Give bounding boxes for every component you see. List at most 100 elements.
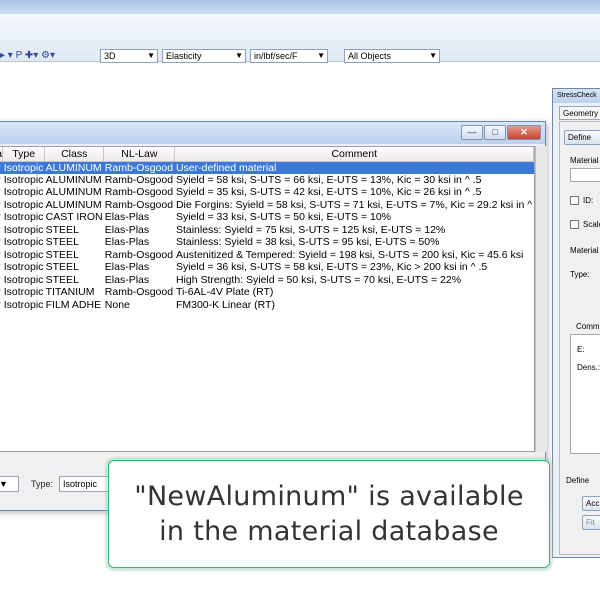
table-cell: Ramb-Osgood [104, 173, 174, 186]
stresscheck-side-panel: StressCheck Geometry Define Material ID:… [552, 88, 600, 558]
table-row[interactable]: rIsotropicALUMINUMRamb-OsgoodSyield = 58… [0, 174, 534, 187]
table-cell: CAST IRON [45, 211, 103, 224]
table-cell: STEEL [45, 273, 79, 286]
table-cell: None [104, 298, 130, 311]
table-cell: ALUMINUM [45, 173, 102, 186]
table-row[interactable]: rIsotropicSTEELElas-PlasStainless: Syiel… [0, 224, 534, 237]
table-cell: Isotropic [3, 236, 44, 249]
column-header[interactable]: Comment [174, 147, 534, 162]
table-cell: Stainless: Syield = 75 ksi, S-UTS = 125 … [175, 223, 446, 236]
chevron-down-icon: ▼ [147, 51, 155, 60]
column-header[interactable]: NL-Law [103, 147, 176, 162]
material-label: Material [570, 156, 599, 165]
scale-label: Scale [583, 220, 600, 229]
column-header[interactable]: Class [44, 147, 105, 162]
fit-button[interactable]: Fit [582, 515, 600, 530]
table-cell: Austenitized & Tempered: Syield = 198 ks… [175, 248, 524, 261]
define-button[interactable]: Define [564, 130, 600, 145]
id-checkbox[interactable] [570, 196, 579, 205]
table-cell: Elas-Plas [104, 223, 150, 236]
table-row[interactable]: rIsotropicTITANIUMRamb-OsgoodTi-6AL-4V P… [0, 286, 534, 299]
toolbar: ▸ ▾ P ✚▾ ⚙▾ 3D ▼ Elasticity ▼ in/lbf/sec/F… [0, 14, 600, 63]
table-cell: Die Forgins: Syield = 58 ksi, S-UTS = 71… [175, 198, 533, 211]
table-cell: Ramb-Osgood [104, 198, 174, 211]
tab-geometry[interactable]: Geometry [559, 106, 600, 120]
table-cell: Isotropic [3, 186, 44, 199]
caption-line-2: in the material database [159, 516, 499, 547]
objects-select-value: All Objects [348, 51, 392, 61]
table-row[interactable]: rIsotropicFILM ADHENoneFM300-K Linear (R… [0, 299, 534, 312]
table-cell: Isotropic [2, 161, 45, 174]
maximize-button[interactable]: □ [484, 125, 506, 140]
comment-label: Comm [576, 322, 600, 331]
properties-box: E: Dens.: [570, 334, 600, 454]
table-cell: Ti-6AL-4V Plate (RT) [175, 286, 274, 299]
material-table-grid: aTypeClassNL-LawComment rIsotropicALUMIN… [0, 147, 534, 311]
table-row[interactable]: rIsotropicSTEELRamb-OsgoodAustenitized &… [0, 249, 534, 262]
close-button[interactable]: ✕ [507, 125, 541, 140]
type-label: Type: [31, 479, 54, 489]
table-row[interactable]: rIsotropicSTEELElas-PlasSyield = 36 ksi,… [0, 261, 534, 274]
table-row[interactable]: rIsotropicCAST IRONElas-PlasSyield = 33 … [0, 211, 534, 224]
view-select-value: 3D [104, 51, 116, 61]
caption-overlay: "NewAluminum" is available in the materi… [108, 460, 550, 568]
table-cell: Elas-Plas [104, 211, 150, 224]
material-table: aTypeClassNL-LawComment rIsotropicALUMIN… [0, 146, 535, 452]
table-cell: STEEL [45, 261, 79, 274]
table-cell: Isotropic [3, 198, 44, 211]
table-cell: Syield = 36 ksi, S-UTS = 58 ksi, E-UTS =… [175, 261, 488, 274]
title-bar [0, 0, 600, 14]
table-cell: Elas-Plas [104, 236, 150, 249]
table-cell: STEEL [45, 248, 79, 261]
table-cell: FILM ADHE [45, 298, 102, 311]
filter-select[interactable]: ▼ [0, 476, 19, 492]
objects-select[interactable]: All Objects ▼ [344, 49, 440, 63]
table-cell: Ramb-Osgood [104, 186, 174, 199]
define-label: Define [566, 476, 590, 485]
table-row[interactable]: rIsotropicSTEELElas-PlasHigh Strength: S… [0, 274, 534, 287]
material-label-2: Material [570, 246, 599, 255]
material-field[interactable] [570, 168, 600, 182]
table-cell: Elas-Plas [104, 273, 150, 286]
table-cell: Isotropic [3, 173, 44, 186]
vertical-scrollbar[interactable] [535, 146, 547, 452]
table-cell: TITANIUM [45, 286, 95, 299]
table-cell: Stainless: Syield = 38 ksi, S-UTS = 95 k… [175, 236, 440, 249]
table-cell: ALUMINUM [45, 186, 102, 199]
table-row[interactable]: rIsotropicALUMINUMRamb-OsgoodDie Forgins… [0, 199, 534, 212]
table-cell: STEEL [45, 236, 79, 249]
table-cell: ALUMINUM [44, 161, 104, 174]
table-cell: Ramb-Osgood [103, 161, 175, 174]
table-cell: Ramb-Osgood [104, 248, 174, 261]
minimize-button[interactable]: — [461, 125, 483, 140]
table-cell: Isotropic [3, 211, 44, 224]
table-cell: Elas-Plas [104, 261, 150, 274]
view-select[interactable]: 3D ▼ [100, 49, 158, 63]
accept-button[interactable]: Acc [582, 496, 600, 511]
table-cell: Isotropic [3, 223, 44, 236]
table-row[interactable]: rIsotropicSTEELElas-PlasStainless: Syiel… [0, 236, 534, 249]
table-cell: ALUMINUM [45, 198, 102, 211]
material-database-dialog: — □ ✕ aTypeClassNL-LawComment rIsotropic… [0, 121, 547, 511]
analysis-select[interactable]: Elasticity ▼ [162, 49, 246, 63]
toolbar-icons[interactable]: ▸ ▾ P ✚▾ ⚙▾ [0, 50, 55, 62]
table-cell: Isotropic [3, 298, 44, 311]
table-cell: User-defined material [174, 161, 534, 174]
caption-line-1: "NewAluminum" is available [134, 481, 524, 512]
e-label: E: [577, 345, 585, 354]
dialog-body: aTypeClassNL-LawComment rIsotropicALUMIN… [0, 146, 547, 506]
table-cell: Syield = 33 ksi, S-UTS = 50 ksi, E-UTS =… [175, 211, 391, 224]
units-select[interactable]: in/lbf/sec/F ▼ [250, 49, 328, 63]
table-row[interactable]: rIsotropicALUMINUMRamb-OsgoodSyield = 35… [0, 186, 534, 199]
table-row[interactable]: rIsotropicALUMINUMRamb-OsgoodUser-define… [0, 161, 534, 174]
scale-checkbox[interactable] [570, 220, 579, 229]
table-cell: STEEL [45, 223, 79, 236]
table-cell: Isotropic [3, 248, 44, 261]
chevron-down-icon: ▼ [429, 51, 437, 60]
analysis-select-value: Elasticity [166, 51, 202, 61]
table-header-row: aTypeClassNL-LawComment [0, 147, 534, 162]
column-header[interactable]: Type [2, 147, 46, 162]
side-panel-content: Define Material ID: Scale Material Type:… [559, 121, 600, 555]
dialog-title-bar[interactable]: — □ ✕ [0, 122, 545, 144]
type-label-side: Type: [570, 270, 590, 279]
